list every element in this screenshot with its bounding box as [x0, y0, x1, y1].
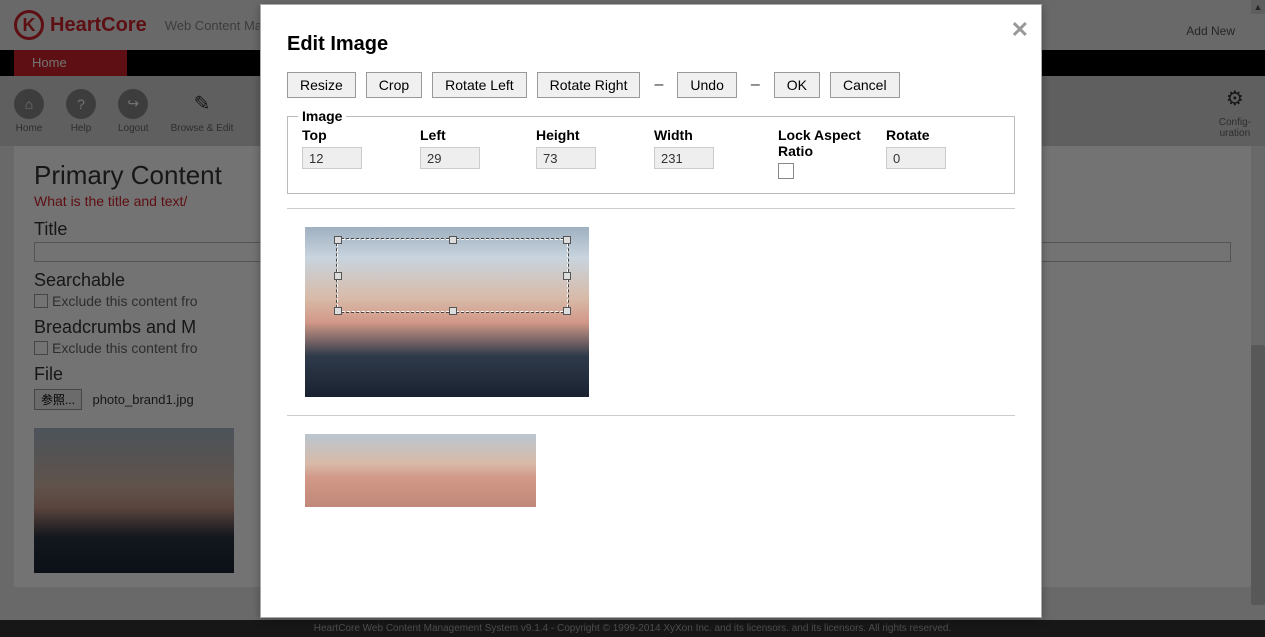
image-editor-canvas[interactable] — [305, 227, 589, 397]
crop-handle-ml[interactable] — [334, 272, 342, 280]
top-label: Top — [302, 127, 420, 143]
width-input[interactable] — [654, 147, 714, 169]
image-fieldset: Image Top Left Height Width — [287, 116, 1015, 194]
edit-image-modal: ✕ Edit Image Resize Crop Rotate Left Rot… — [260, 4, 1042, 618]
left-label: Left — [420, 127, 536, 143]
rotate-right-button[interactable]: Rotate Right — [537, 72, 641, 98]
resize-button[interactable]: Resize — [287, 72, 356, 98]
crop-handle-tr[interactable] — [563, 236, 571, 244]
top-input[interactable] — [302, 147, 362, 169]
crop-button[interactable]: Crop — [366, 72, 422, 98]
crop-handle-bm[interactable] — [449, 307, 457, 315]
crop-handle-tl[interactable] — [334, 236, 342, 244]
cancel-button[interactable]: Cancel — [830, 72, 900, 98]
left-input[interactable] — [420, 147, 480, 169]
height-label: Height — [536, 127, 654, 143]
crop-handle-br[interactable] — [563, 307, 571, 315]
separator-1: – — [650, 76, 667, 94]
rotate-label: Rotate — [886, 127, 946, 143]
lock-aspect-label: Lock Aspect Ratio — [778, 127, 886, 159]
rotate-left-button[interactable]: Rotate Left — [432, 72, 527, 98]
lock-aspect-checkbox[interactable] — [778, 163, 794, 179]
crop-handle-tm[interactable] — [449, 236, 457, 244]
fieldset-legend: Image — [298, 108, 346, 124]
ok-button[interactable]: OK — [774, 72, 820, 98]
divider-1 — [287, 208, 1015, 209]
height-input[interactable] — [536, 147, 596, 169]
rotate-input[interactable] — [886, 147, 946, 169]
crop-handle-mr[interactable] — [563, 272, 571, 280]
divider-2 — [287, 415, 1015, 416]
modal-button-row: Resize Crop Rotate Left Rotate Right – U… — [287, 72, 1015, 98]
undo-button[interactable]: Undo — [677, 72, 736, 98]
image-crop-preview — [305, 434, 536, 507]
crop-handle-bl[interactable] — [334, 307, 342, 315]
separator-2: – — [747, 76, 764, 94]
crop-selection[interactable] — [337, 239, 568, 312]
modal-title: Edit Image — [287, 33, 1015, 56]
close-icon[interactable]: ✕ — [1011, 17, 1029, 43]
width-label: Width — [654, 127, 778, 143]
